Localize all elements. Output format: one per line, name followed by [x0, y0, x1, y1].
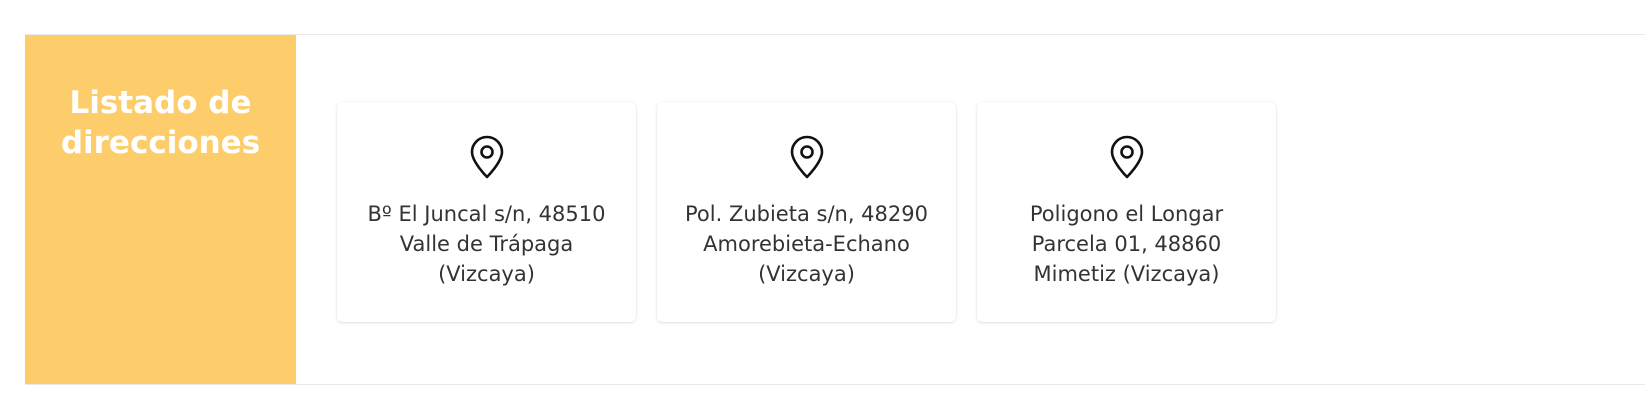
section-title: Listado de direcciones — [25, 83, 296, 163]
address-card: Bº El Juncal s/n, 48510 Valle de Trápaga… — [337, 102, 636, 322]
section-sidebar: Listado de direcciones — [25, 35, 296, 384]
address-card: Pol. Zubieta s/n, 48290 Amorebieta-Echan… — [657, 102, 956, 322]
address-line: Bº El Juncal s/n, 48510 — [367, 202, 606, 226]
section-title-line-1: Listado de — [69, 85, 252, 121]
address-line: (Vizcaya) — [758, 262, 855, 286]
address-card: Poligono el Longar Parcela 01, 48860 Mim… — [977, 102, 1276, 322]
address-line: Valle de Trápaga — [399, 232, 574, 256]
address-line: (Vizcaya) — [438, 262, 535, 286]
address-line: Parcela 01, 48860 — [1031, 232, 1222, 256]
map-pin-icon — [790, 135, 823, 179]
address-line: Poligono el Longar — [1029, 202, 1224, 226]
address-line: Pol. Zubieta s/n, 48290 — [685, 202, 928, 226]
address-text: Bº El Juncal s/n, 48510 Valle de Trápaga… — [337, 199, 636, 289]
address-line: Amorebieta-Echano — [703, 232, 910, 256]
address-line: Mimetiz (Vizcaya) — [1033, 262, 1220, 286]
map-pin-icon — [1110, 135, 1143, 179]
address-list: Bº El Juncal s/n, 48510 Valle de Trápaga… — [296, 35, 1645, 384]
map-pin-icon — [470, 135, 503, 179]
addresses-section: Listado de direcciones Bº El Juncal s/n,… — [25, 34, 1645, 385]
address-text: Poligono el Longar Parcela 01, 48860 Mim… — [977, 199, 1276, 289]
section-title-line-2: direcciones — [60, 125, 261, 161]
address-text: Pol. Zubieta s/n, 48290 Amorebieta-Echan… — [657, 199, 956, 289]
